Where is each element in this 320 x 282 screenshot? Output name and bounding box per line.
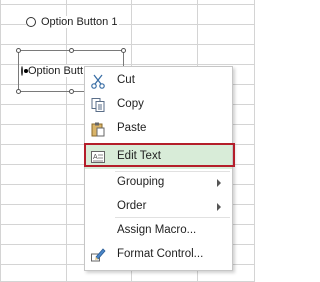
menu-item-grouping[interactable]: Grouping <box>85 171 232 195</box>
radio-unchecked-icon <box>26 17 36 27</box>
format-control-icon <box>91 248 106 262</box>
menu-item-label: Edit Text <box>117 150 161 162</box>
copy-icon <box>91 98 105 112</box>
resize-handle-bottom-left[interactable] <box>16 89 21 94</box>
menu-item-order[interactable]: Order <box>85 195 232 219</box>
option-button-1-label: Option Button 1 <box>41 16 118 28</box>
svg-text:A: A <box>93 154 98 161</box>
edit-text-icon: A <box>91 151 105 163</box>
option-button-2-label: Option Button 2 <box>28 65 83 77</box>
menu-item-paste[interactable]: Paste <box>85 117 232 141</box>
scissors-icon <box>91 74 105 89</box>
resize-handle-top-right[interactable] <box>121 48 126 53</box>
menu-item-label: Assign Macro... <box>117 224 197 236</box>
menu-item-cut[interactable]: Cut <box>85 69 232 93</box>
menu-item-format-control[interactable]: Format Control... <box>85 243 232 267</box>
menu-item-label: Paste <box>117 122 147 134</box>
menu-item-copy[interactable]: Copy <box>85 93 232 117</box>
resize-handle-bottom-center[interactable] <box>69 89 74 94</box>
menu-item-label: Grouping <box>117 176 165 188</box>
menu-item-label: Cut <box>117 74 135 86</box>
submenu-arrow-icon <box>217 203 221 211</box>
context-menu: Cut Copy Paste A Edit Text Grouping Orde… <box>84 66 233 271</box>
menu-separator <box>115 217 230 218</box>
menu-item-label: Format Control... <box>117 248 204 260</box>
option-button-1[interactable]: Option Button 1 <box>26 16 120 28</box>
resize-handle-top-left[interactable] <box>16 48 21 53</box>
menu-item-label: Order <box>117 200 147 212</box>
radio-checked-icon <box>21 66 28 76</box>
submenu-arrow-icon <box>217 179 221 187</box>
menu-item-edit-text[interactable]: A Edit Text <box>85 145 232 169</box>
resize-handle-top-center[interactable] <box>69 48 74 53</box>
option-button-2[interactable]: Option Button 2 <box>21 65 83 77</box>
menu-item-assign-macro[interactable]: Assign Macro... <box>85 219 232 243</box>
paste-icon <box>91 122 105 137</box>
menu-item-label: Copy <box>117 98 144 110</box>
